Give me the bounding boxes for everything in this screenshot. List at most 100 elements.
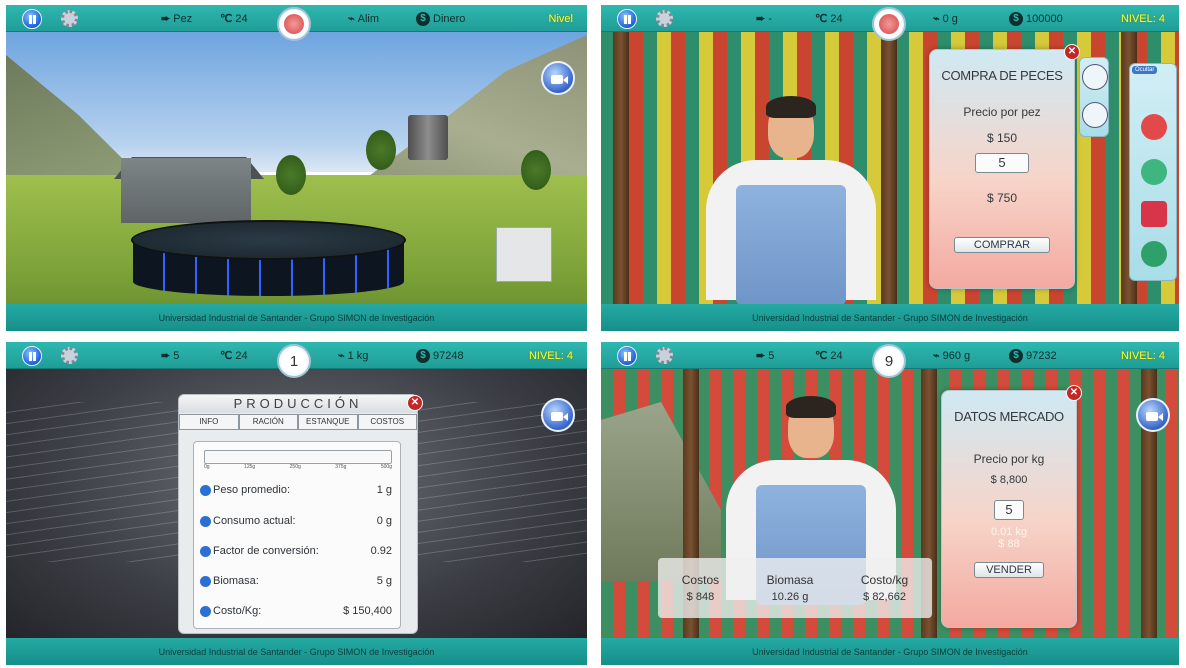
temperature-value: 24 <box>235 349 248 362</box>
tab-costs[interactable]: COSTOS <box>357 414 417 430</box>
camera-icon[interactable] <box>541 398 575 432</box>
summary-value: 10.26 g <box>771 591 809 603</box>
palm-tree <box>366 130 396 170</box>
total-value: $ 750 <box>986 191 1018 205</box>
tab-ration[interactable]: RACIÓN <box>238 414 298 430</box>
summary-column: Biomasa 10.26 g <box>767 573 814 603</box>
game-logo-badge[interactable] <box>277 7 311 41</box>
fish-icon: ➨ <box>161 350 171 362</box>
stat-label-wrap: Consumo actual: <box>200 515 296 527</box>
money: $ 100000 <box>1009 5 1063 32</box>
thermometer-icon: ℃ <box>220 350 233 362</box>
quantity-input[interactable]: 5 <box>994 500 1024 520</box>
info-content: 0g 125g 250g 375g 500g Peso promedio: 1 … <box>193 441 401 629</box>
vendor-hair <box>786 396 836 418</box>
stat-label-wrap: Costo/Kg: <box>200 605 261 617</box>
hide-menu-button[interactable]: Ocultar <box>1132 66 1158 74</box>
weight-scale: 0g 125g 250g 375g 500g <box>204 464 392 474</box>
game-logo-badge[interactable] <box>872 7 906 41</box>
level-indicator: Nivel <box>549 5 573 32</box>
pond-water <box>131 220 406 260</box>
fish-count: ➨ - <box>756 5 772 32</box>
footer-bar: Universidad Industrial de Santander - Gr… <box>601 638 1179 665</box>
settings-gear-icon[interactable] <box>61 347 78 364</box>
day-number: 9 <box>884 352 894 370</box>
quantity-input[interactable]: 5 <box>975 153 1029 173</box>
info-icon[interactable] <box>200 575 211 587</box>
action-strip <box>1079 57 1109 137</box>
footer-text: Universidad Industrial de Santander - Gr… <box>752 312 1028 323</box>
feed-scoop-icon: ⌁ <box>348 13 355 25</box>
feed-scoop-icon[interactable] <box>1082 102 1108 128</box>
settings-gear-icon[interactable] <box>61 10 78 27</box>
house <box>121 158 251 223</box>
fish-icon: ➨ <box>756 350 766 362</box>
stat-value: 5 g <box>376 575 392 587</box>
feed-scoop-icon: ⌁ <box>933 13 940 25</box>
scale-tick: 500g <box>380 464 392 470</box>
game-screen-farm: ➨ Pez ℃ 24 ⌁ Alim $ Dinero Nivel Univers… <box>6 5 587 331</box>
pause-button[interactable] <box>22 346 42 366</box>
game-screen-market: Costos $ 848 Biomasa 10.26 g Costo/kg $ … <box>601 342 1179 665</box>
close-icon[interactable]: ✕ <box>1064 44 1080 60</box>
stat-label-wrap: Factor de conversión: <box>200 545 319 557</box>
water-tank <box>408 115 448 160</box>
feeder-cabinet[interactable] <box>496 227 552 282</box>
store-icon[interactable] <box>1141 201 1167 227</box>
production-panel: PRODUCCIÓN ✕ INFO RACIÓN ESTANQUE COSTOS… <box>178 394 423 634</box>
level-indicator: NIVEL: 4 <box>1121 5 1165 32</box>
stat-label: Biomasa: <box>213 575 259 587</box>
feed-scoop-icon: ⌁ <box>338 350 345 362</box>
market-dialog: ✕ DATOS MERCADO Precio por kg $ 8,800 5 … <box>941 385 1082 628</box>
close-icon[interactable]: ✕ <box>407 395 423 411</box>
stat-value: 0 g <box>376 515 392 527</box>
sell-button[interactable]: VENDER <box>974 562 1044 578</box>
dollar-coin-icon: $ <box>1009 348 1023 363</box>
stat-label: Costo/Kg: <box>213 605 262 617</box>
dialog-title: COMPRA DE PECES <box>941 68 1063 83</box>
palm-tree <box>521 150 551 190</box>
stat-label: Factor de conversión: <box>213 545 319 557</box>
settings-gear-icon[interactable] <box>656 10 673 27</box>
temperature: ℃ 24 <box>220 342 248 369</box>
people-icon[interactable] <box>1141 241 1167 267</box>
close-icon[interactable]: ✕ <box>1066 385 1082 401</box>
temperature-value: 24 <box>830 349 843 362</box>
game-screen-production: PRODUCCIÓN ✕ INFO RACIÓN ESTANQUE COSTOS… <box>6 342 587 665</box>
level-label: NIVEL: 4 <box>528 349 573 362</box>
price-label: Precio por kg <box>973 452 1045 466</box>
pause-button[interactable] <box>617 9 637 29</box>
tab-info[interactable]: INFO <box>179 414 239 430</box>
info-icon[interactable] <box>200 545 211 557</box>
stat-row: Costo/Kg: $ 150,400 <box>200 603 392 619</box>
feed-label: 0 g <box>942 12 958 25</box>
money: $ 97248 <box>416 342 464 369</box>
pause-button[interactable] <box>617 346 637 366</box>
fish-icon[interactable] <box>1082 64 1108 90</box>
price-label: Precio por pez <box>963 105 1041 119</box>
medical-kit-icon[interactable] <box>1141 114 1167 140</box>
camera-icon[interactable] <box>541 61 575 95</box>
stat-value: $ 150,400 <box>343 605 392 617</box>
palm-tree <box>276 155 306 195</box>
info-icon[interactable] <box>200 484 211 496</box>
level-label: NIVEL: 4 <box>1120 349 1165 362</box>
info-icon[interactable] <box>200 605 211 617</box>
level-indicator: NIVEL: 4 <box>1121 342 1165 369</box>
footer-bar: Universidad Industrial de Santander - Gr… <box>6 638 587 665</box>
settings-gear-icon[interactable] <box>656 347 673 364</box>
temperature: ℃ 24 <box>220 5 248 32</box>
pause-button[interactable] <box>22 9 42 29</box>
fish-count-label: - <box>768 12 772 25</box>
fish-pond[interactable] <box>131 220 406 300</box>
tab-pond[interactable]: ESTANQUE <box>298 414 358 430</box>
stat-row: Factor de conversión: 0.92 <box>200 543 392 559</box>
stat-row: Consumo actual: 0 g <box>200 513 392 529</box>
scale-tick: 250g <box>289 464 301 470</box>
buy-button[interactable]: COMPRAR <box>954 237 1050 253</box>
pond-icon[interactable] <box>1141 159 1167 185</box>
camera-icon[interactable] <box>1136 398 1170 432</box>
wood-post <box>613 32 629 304</box>
weight-progress-bar <box>204 450 392 464</box>
info-icon[interactable] <box>200 515 211 527</box>
